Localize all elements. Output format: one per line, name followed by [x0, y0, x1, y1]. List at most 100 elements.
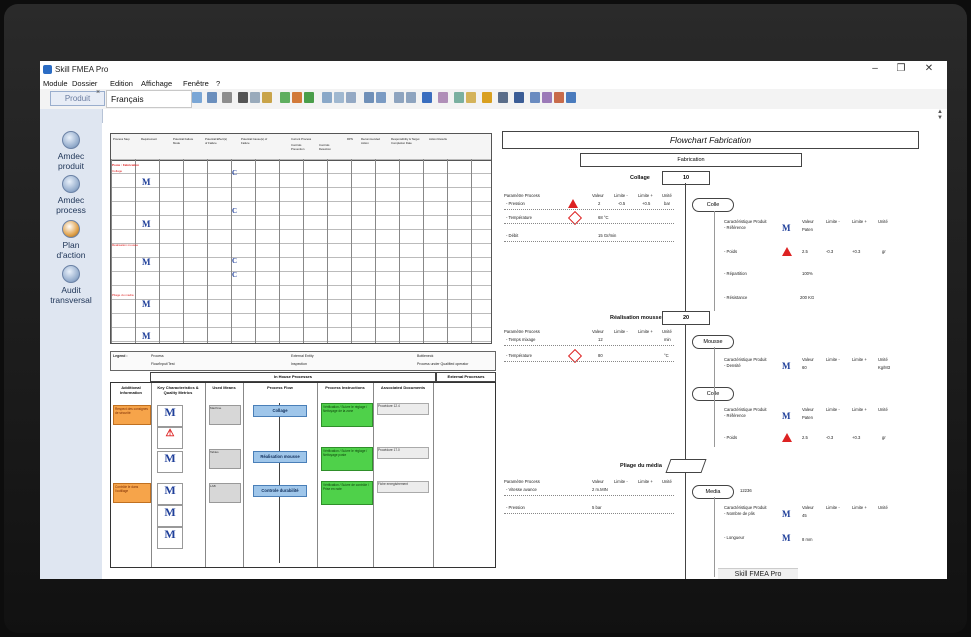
arrow-icon[interactable]	[346, 92, 356, 103]
sidebar-item-plan-action[interactable]: Plan d'action	[40, 220, 102, 260]
warning-icon[interactable]	[482, 92, 492, 103]
key-characteristic[interactable]: M	[157, 483, 183, 505]
process-step-box[interactable]: Réalisation mousse	[253, 451, 307, 463]
header-cell: RPN	[347, 137, 353, 141]
material-pill[interactable]: Colle	[692, 198, 734, 212]
material-pill[interactable]: Mousse	[692, 335, 734, 349]
material-pill[interactable]: Colle	[692, 387, 734, 401]
settings-icon[interactable]	[454, 92, 464, 103]
step-number[interactable]: 10	[662, 171, 710, 185]
restore-button[interactable]: ❐	[888, 62, 914, 76]
char-value: 200 KG	[800, 295, 815, 300]
sidebar-label: Audit	[61, 285, 81, 295]
instruction-box[interactable]: Vérification / Suivre le réglage / Netto…	[321, 403, 373, 427]
document-tab-strip	[102, 109, 947, 124]
menu-edition[interactable]: Edition	[110, 79, 133, 88]
sidebar-item-audit[interactable]: Audit transversal	[40, 265, 102, 305]
char-header: Unité	[878, 357, 888, 362]
document-box[interactable]: Procédure 17.0	[377, 447, 429, 459]
chart-icon[interactable]	[514, 92, 524, 103]
delete-row-icon[interactable]	[376, 92, 386, 103]
legend-item: Process	[151, 354, 164, 358]
paste-icon[interactable]	[262, 92, 272, 103]
fmea-table[interactable]	[110, 159, 492, 344]
open-icon[interactable]	[192, 92, 202, 103]
additional-info-box[interactable]: Respect des consignes de sécurité	[113, 405, 151, 425]
key-characteristic[interactable]: M	[157, 527, 183, 549]
menu-help[interactable]: ?	[216, 79, 220, 88]
sidebar-label: Amdec	[57, 195, 85, 205]
grid-icon[interactable]	[394, 92, 404, 103]
legend-item: Inspection	[291, 362, 307, 366]
char-header: Caractéristique Produit	[724, 219, 767, 224]
minimize-button[interactable]: –	[862, 62, 888, 76]
unlink-icon[interactable]	[334, 92, 344, 103]
search-icon[interactable]	[530, 92, 540, 103]
export-icon[interactable]	[422, 92, 432, 103]
menu-module[interactable]: Module	[43, 79, 68, 88]
material-pill[interactable]: Media	[692, 485, 734, 499]
view-icon[interactable]	[207, 92, 217, 103]
key-characteristic[interactable]: ⚠	[157, 427, 183, 449]
language-select[interactable]: Français	[106, 90, 192, 108]
node-add-icon[interactable]	[304, 92, 314, 103]
tools-icon[interactable]	[542, 92, 552, 103]
link-icon[interactable]	[322, 92, 332, 103]
param-value: 68 °C	[598, 215, 609, 220]
process-step-box[interactable]: Collage	[253, 405, 307, 417]
cut-icon[interactable]	[238, 92, 248, 103]
param-value: 15 Gr/min	[598, 233, 617, 238]
sidebar-item-amdec-produit[interactable]: Amdec produit	[40, 131, 102, 171]
menu-dossier[interactable]: Dossier	[72, 79, 97, 88]
close-button[interactable]: ✕	[916, 62, 942, 76]
process-step-box[interactable]: Controle durabilité	[253, 485, 307, 497]
insert-row-icon[interactable]	[364, 92, 374, 103]
node-green-icon[interactable]	[280, 92, 290, 103]
param-header: Unité	[662, 193, 672, 198]
used-means-box[interactable]: LAB	[209, 483, 241, 503]
title-bar: Skill FMEA Pro – ❐ ✕	[40, 61, 947, 79]
char-value: 45	[802, 513, 807, 518]
document-box[interactable]: Fiche enregistrement	[377, 481, 429, 493]
process-flow-grid[interactable]: Additional Information Key Characteristi…	[110, 382, 496, 568]
char-unit: Kg/M3	[878, 365, 891, 370]
warning-icon	[568, 199, 578, 208]
key-characteristic[interactable]: M	[157, 405, 183, 427]
table-icon[interactable]	[406, 92, 416, 103]
used-means-box[interactable]: Tables	[209, 449, 241, 469]
info-icon[interactable]	[566, 92, 576, 103]
scroll-arrows-icon[interactable]: ▲ ▼	[934, 109, 946, 123]
header-cell: Potential Failure Mode	[173, 137, 194, 145]
step-number[interactable]: 20	[662, 311, 710, 325]
copy-icon[interactable]	[250, 92, 260, 103]
history-icon[interactable]	[466, 92, 476, 103]
char-header: Valeur	[802, 219, 814, 224]
divider	[504, 345, 674, 346]
key-characteristic[interactable]: M	[157, 451, 183, 473]
report-icon[interactable]	[498, 92, 508, 103]
key-characteristic[interactable]: M	[157, 505, 183, 527]
warning-icon	[782, 247, 792, 256]
node-orange-icon[interactable]	[292, 92, 302, 103]
instruction-box[interactable]: Vérification / Suivre le réglage / Netto…	[321, 447, 373, 471]
sidebar-item-amdec-process[interactable]: Amdec process	[40, 175, 102, 215]
flag-icon[interactable]	[554, 92, 564, 103]
header-cell: Controls Detection	[319, 143, 331, 151]
additional-info-box[interactable]: Contrôle le dans l'outillage	[113, 483, 151, 503]
used-means-box[interactable]: Machine	[209, 405, 241, 425]
document-box[interactable]: Procédure 12.4	[377, 403, 429, 415]
print-icon[interactable]	[222, 92, 232, 103]
filter-icon[interactable]	[438, 92, 448, 103]
instruction-box[interactable]: Vérification / Suivre de contrôle / Pris…	[321, 481, 373, 505]
header-cell: Responsibility & Target Completion Date	[391, 137, 420, 145]
char-header: Limite -	[826, 357, 840, 362]
m-symbol-icon: M	[782, 411, 791, 421]
step-diamond[interactable]	[665, 459, 707, 473]
char-name: - Référence	[724, 413, 746, 418]
close-panel-icon[interactable]: ×	[96, 89, 100, 96]
column-header: Process Flow	[267, 385, 293, 390]
menu-fenetre[interactable]: Fenêtre	[183, 79, 209, 88]
flowchart-root-box[interactable]: Fabrication	[580, 153, 802, 167]
menu-affichage[interactable]: Affichage	[141, 79, 172, 88]
char-unit: gr	[882, 435, 886, 440]
